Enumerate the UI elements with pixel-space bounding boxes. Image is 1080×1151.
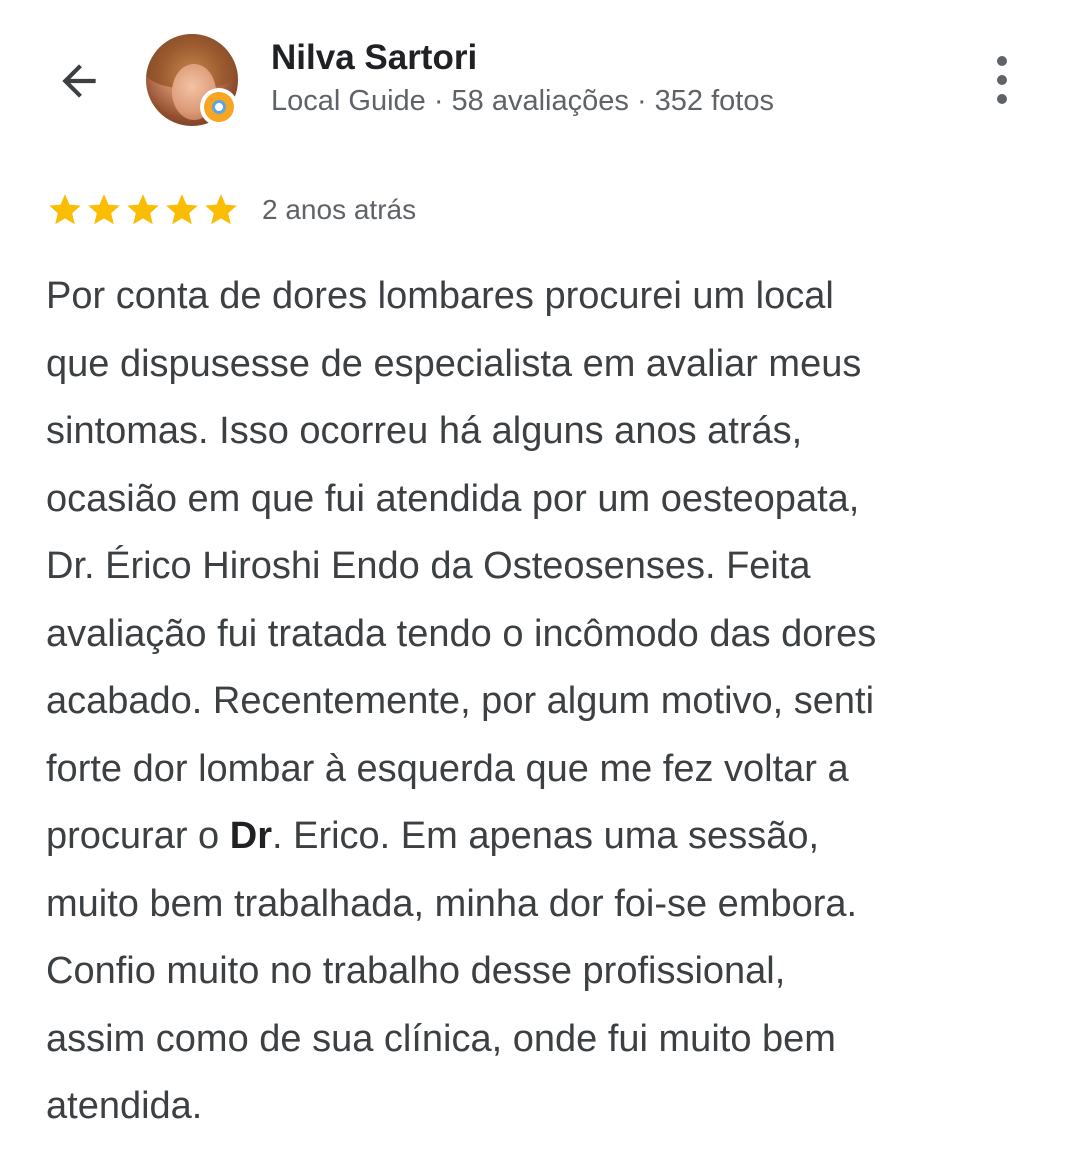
review-line: sintomas. Isso ocorreu há alguns anos at… bbox=[46, 410, 803, 452]
review-line: muito bem trabalhada, minha dor foi-se e… bbox=[46, 882, 858, 925]
star-icon bbox=[127, 194, 159, 225]
review-header: Nilva Sartori Local Guide · 58 avaliaçõe… bbox=[0, 0, 1080, 150]
review-line: assim como de sua clínica, onde fui muit… bbox=[46, 1017, 836, 1060]
star-icon bbox=[205, 194, 237, 225]
local-guide-icon bbox=[200, 88, 238, 126]
review-line: forte dor lombar à esquerda que me fez v… bbox=[46, 747, 849, 790]
review-line: procurar o Dr. Erico. Em apenas uma sess… bbox=[46, 803, 1046, 871]
back-button[interactable] bbox=[46, 48, 112, 114]
review-line: Por conta de dores lombares procurei um … bbox=[46, 275, 834, 317]
star-icon bbox=[88, 194, 120, 225]
star-rating bbox=[46, 191, 240, 229]
review-text-bold: Dr bbox=[229, 815, 272, 857]
review-time: 2 anos atrás bbox=[262, 194, 417, 225]
review-line: Dr. Érico Hiroshi Endo da Osteosenses. F… bbox=[46, 545, 811, 587]
arrow-back-icon bbox=[62, 64, 96, 98]
rating-row: 2 anos atrás bbox=[46, 190, 416, 230]
review-text-segment: . Erico. Em apenas uma sessão, bbox=[271, 815, 820, 857]
review-line: Confio muito no trabalho desse profissio… bbox=[46, 950, 786, 992]
review-body: Por conta de dores lombares procurei um … bbox=[46, 263, 1046, 1141]
more-vertical-icon bbox=[997, 56, 1007, 66]
user-name[interactable]: Nilva Sartori bbox=[271, 38, 477, 78]
review-line: avaliação fui tratada tendo o incômodo d… bbox=[46, 612, 877, 655]
more-options-button[interactable] bbox=[980, 50, 1024, 110]
star-icon bbox=[166, 194, 198, 225]
review-line: ocasião em que fui atendida por um oeste… bbox=[46, 477, 860, 520]
star-icon bbox=[49, 194, 81, 225]
review-text-segment: procurar o bbox=[46, 815, 230, 857]
review-line: que dispusesse de especialista em avalia… bbox=[46, 342, 862, 385]
user-meta: Local Guide · 58 avaliações · 352 fotos bbox=[271, 85, 774, 117]
review-line: atendida. bbox=[46, 1085, 203, 1127]
review-line: acabado. Recentemente, por algum motivo,… bbox=[46, 680, 875, 722]
